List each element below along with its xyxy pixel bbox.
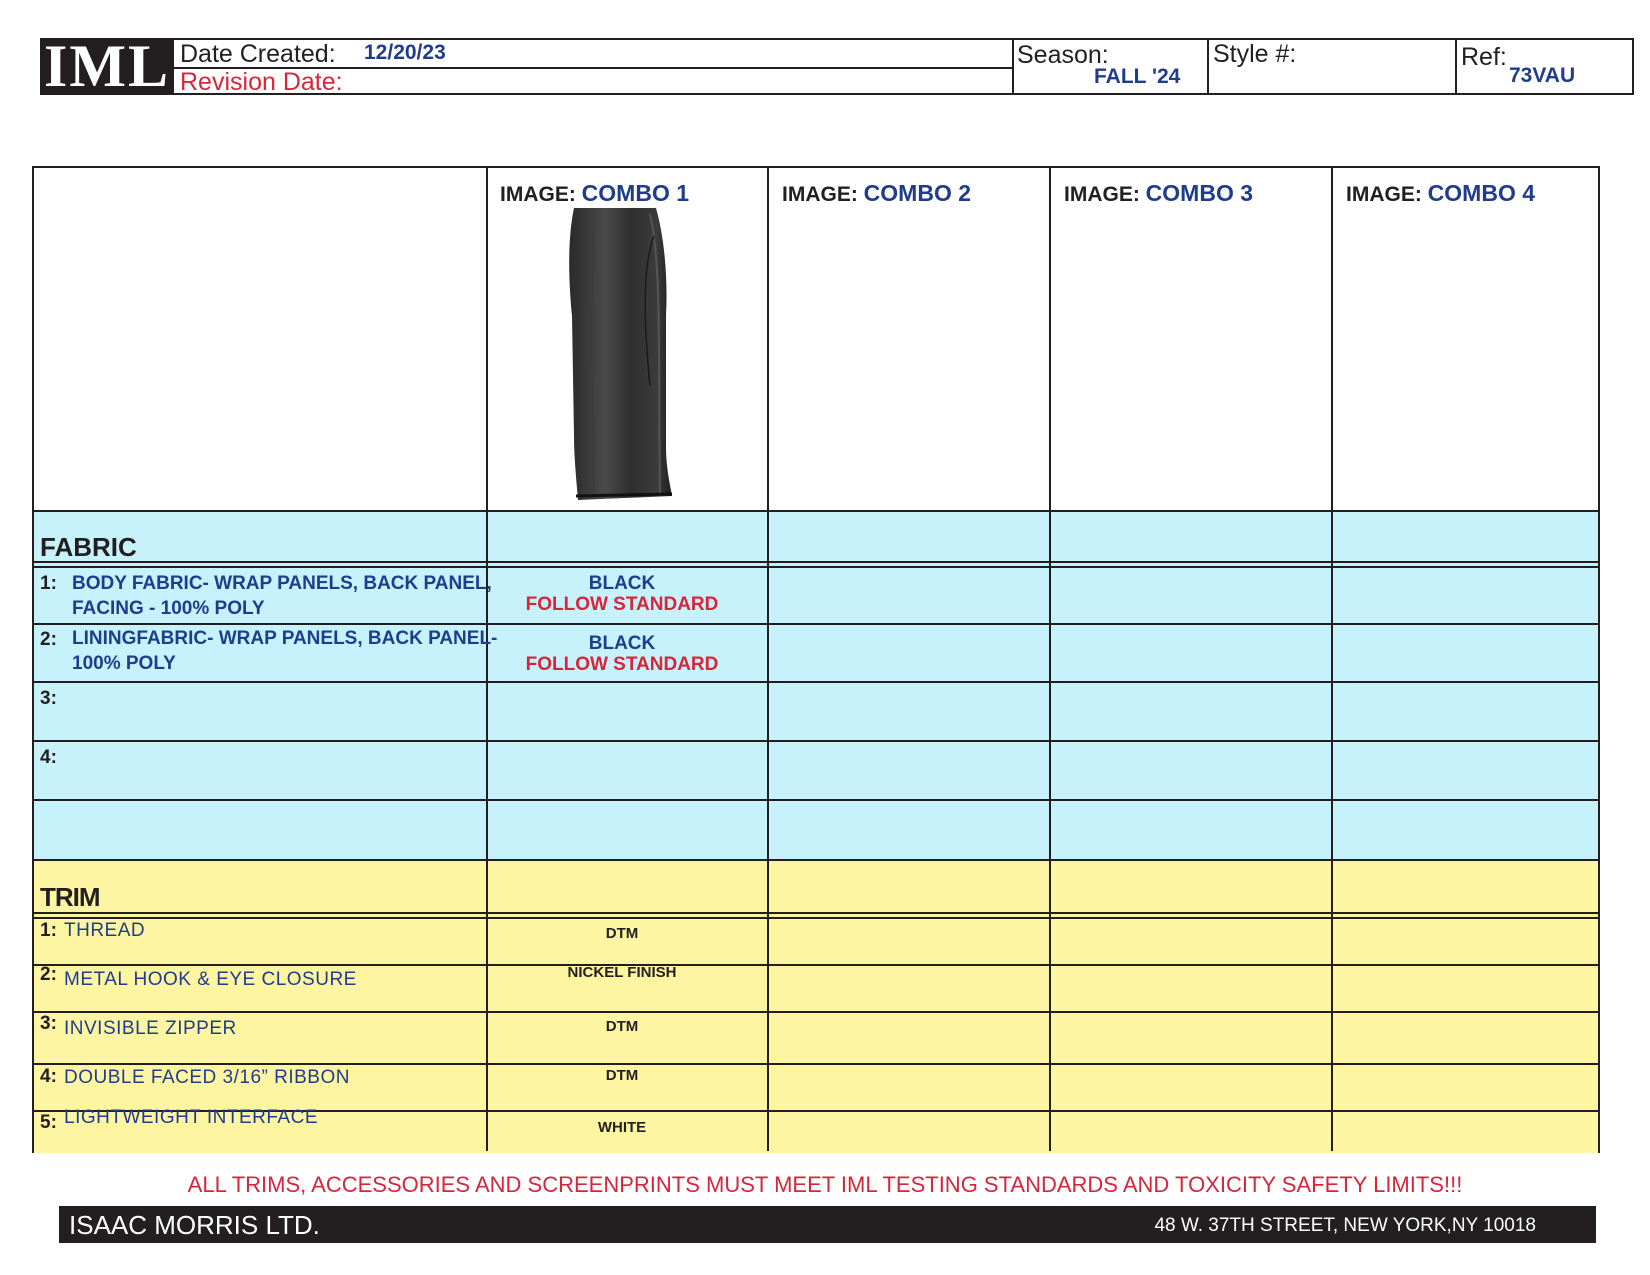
date-created-label: Date Created: — [180, 40, 336, 68]
header-info-box: Date Created: 12/20/23 Revision Date: Se… — [174, 38, 1634, 95]
fabric-row-2-combo-1: BLACK FOLLOW STANDARD — [525, 633, 719, 675]
fabric-row-3-num: 3: — [40, 688, 57, 709]
black-midi-skirt-image — [569, 208, 673, 500]
company-address: 48 W. 37TH STREET, NEW YORK,NY 10018 — [1154, 1215, 1536, 1236]
combo-3-header: IMAGE: COMBO 3 — [1064, 180, 1254, 206]
trim-row-2-desc: METAL HOOK & EYE CLOSURE — [64, 969, 357, 990]
trim-row-5-combo-1: WHITE — [597, 1119, 647, 1136]
fabric-row-2-desc: LININGFABRIC- WRAP PANELS, BACK PANEL- 10… — [72, 628, 498, 674]
trim-row-5-desc: LIGHTWEIGHT INTERFACE — [64, 1107, 319, 1128]
combo-2-header: IMAGE: COMBO 2 — [782, 180, 972, 206]
trim-row-2-num: 2: — [40, 964, 57, 985]
trim-row-2-combo-1: NICKEL FINISH — [567, 964, 677, 981]
ref-value: 73VAU — [1509, 64, 1576, 87]
trim-row-1-combo-1: DTM — [605, 925, 639, 942]
trim-section-title: TRIM — [40, 882, 101, 912]
fabric-row-2-num: 2: — [40, 629, 57, 650]
trim-row-4-combo-1: DTM — [605, 1067, 639, 1084]
combo-1-header: IMAGE: COMBO 1 — [500, 180, 690, 206]
fabric-row-1-desc: BODY FABRIC- WRAP PANELS, BACK PANEL, FAC… — [72, 573, 492, 619]
fabric-row-4-num: 4: — [40, 747, 57, 768]
iml-logo: IML — [40, 36, 174, 96]
fabric-row-1-combo-1: BLACK FOLLOW STANDARD — [525, 573, 719, 615]
style-label: Style #: — [1213, 40, 1297, 68]
trim-row-4-desc: DOUBLE FACED 3/16” RIBBON — [64, 1067, 350, 1088]
trim-row-3-desc: INVISIBLE ZIPPER — [64, 1018, 237, 1039]
safety-warning: ALL TRIMS, ACCESSORIES AND SCREENPRINTS … — [187, 1172, 1463, 1197]
season-value: FALL '24 — [1094, 65, 1181, 88]
company-name: ISAAC MORRIS LTD. — [69, 1210, 320, 1240]
trim-row-4-num: 4: — [40, 1066, 57, 1087]
revision-date-label: Revision Date: — [180, 68, 343, 96]
trim-row-1-desc: THREAD — [64, 920, 146, 941]
trim-row-3-num: 3: — [40, 1013, 57, 1034]
trim-row-5-num: 5: — [40, 1112, 57, 1133]
spec-grid: IMAGE: COMBO 1 IMAGE: COMBO 2 IMAGE: COM… — [32, 166, 1600, 1153]
footer-bar: ISAAC MORRIS LTD. 48 W. 37TH STREET, NEW… — [59, 1206, 1596, 1243]
fabric-section-title: FABRIC — [40, 532, 137, 562]
combo-4-header: IMAGE: COMBO 4 — [1346, 180, 1536, 206]
ref-label: Ref: — [1461, 43, 1507, 71]
trim-row-3-combo-1: DTM — [605, 1018, 639, 1035]
fabric-row-1-num: 1: — [40, 573, 57, 594]
date-created-value: 12/20/23 — [364, 41, 446, 64]
trim-row-1-num: 1: — [40, 920, 57, 941]
